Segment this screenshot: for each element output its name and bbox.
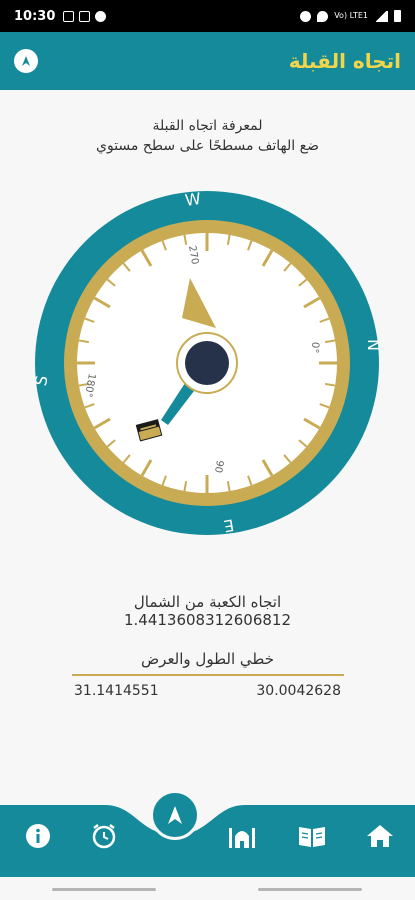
kaaba-direction-value: 1.4413608312606812 bbox=[123, 611, 291, 629]
home-icon bbox=[367, 825, 393, 847]
divider bbox=[72, 674, 344, 676]
system-back-pill[interactable] bbox=[52, 888, 156, 891]
latitude-value: 30.0042628 bbox=[256, 683, 341, 699]
alarm-button[interactable] bbox=[88, 820, 120, 852]
page-title: اتجاه القبلة bbox=[288, 49, 401, 73]
home-button[interactable] bbox=[364, 820, 396, 852]
instruction-line-1: لمعرفة اتجاه القبلة bbox=[152, 118, 263, 134]
image-icon bbox=[63, 10, 75, 22]
whatsapp-icon bbox=[95, 10, 107, 22]
instruction-line-2: ضع الهاتف مسطحًا على سطح مستوي bbox=[96, 138, 319, 154]
cardinal-west: W bbox=[184, 190, 202, 210]
navigation-arrow-icon[interactable] bbox=[14, 49, 38, 73]
kaaba-direction-label: اتجاه الكعبة من الشمال bbox=[133, 593, 282, 611]
compass-arrow-icon bbox=[168, 806, 182, 824]
coordinates-title: خطي الطول والعرض bbox=[141, 650, 274, 668]
battery-icon bbox=[394, 10, 401, 22]
compass-center bbox=[185, 341, 229, 385]
quran-book-icon bbox=[299, 827, 325, 847]
mail-icon bbox=[79, 10, 91, 22]
location-icon bbox=[317, 10, 329, 22]
mosque-icon bbox=[229, 828, 255, 848]
alarm-icon bbox=[300, 10, 312, 22]
status-bar: 10:30 Vo) LTE1 bbox=[0, 0, 415, 32]
system-recent-pill[interactable] bbox=[258, 888, 362, 891]
degree-label-north: 0° bbox=[309, 341, 321, 353]
qibla-compass: W N E S 270 0° 90 180° bbox=[34, 190, 380, 536]
cardinal-north: N bbox=[364, 339, 380, 351]
app-header: اتجاه القبلة bbox=[0, 32, 415, 90]
network-label: Vo) LTE1 bbox=[334, 11, 368, 20]
degree-label-east: 90 bbox=[212, 459, 225, 473]
longitude-value: 31.1414551 bbox=[74, 683, 159, 699]
alarm-clock-icon bbox=[92, 824, 116, 849]
signal-icon bbox=[374, 10, 388, 22]
info-icon bbox=[26, 824, 50, 848]
status-time: 10:30 bbox=[14, 8, 56, 24]
quran-button[interactable] bbox=[296, 820, 328, 852]
nav-notch bbox=[0, 795, 415, 835]
qibla-compass-button[interactable] bbox=[150, 790, 200, 840]
mosque-button[interactable] bbox=[226, 820, 258, 852]
info-button[interactable] bbox=[22, 820, 54, 852]
